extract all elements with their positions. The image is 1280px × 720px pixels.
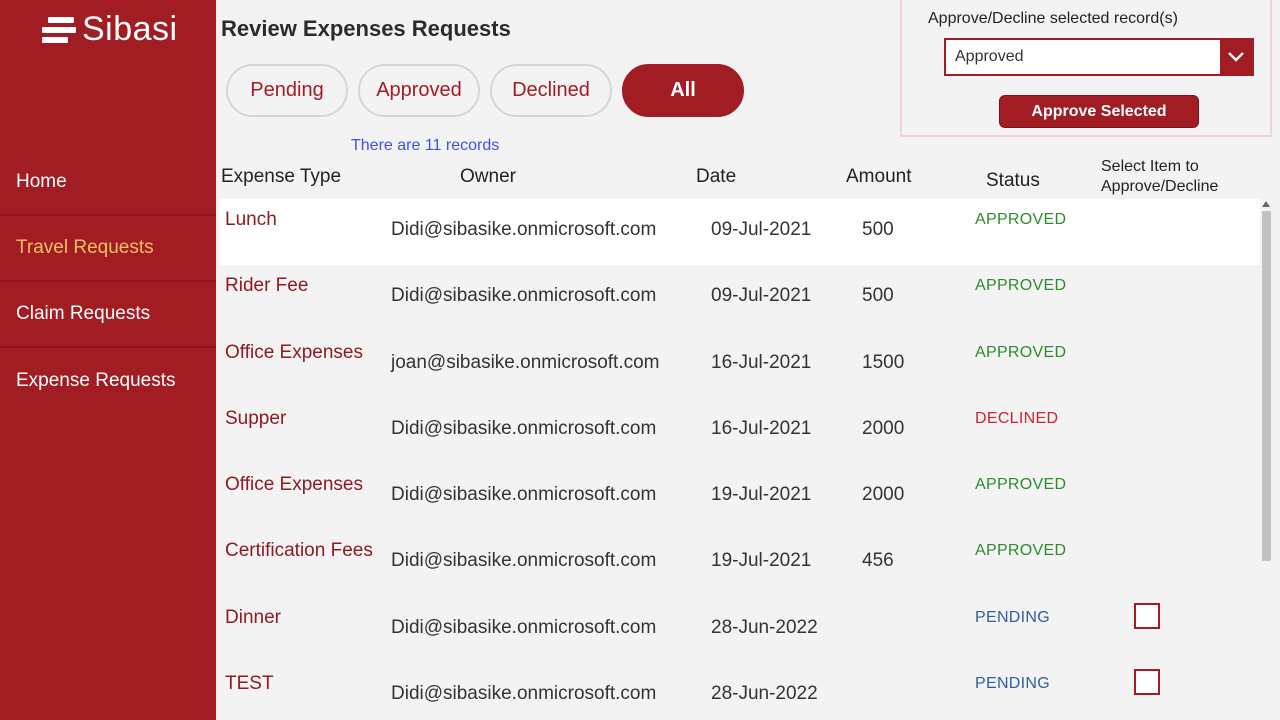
table-row[interactable]: Dinner Didi@sibasike.onmicrosoft.com 28-… (219, 597, 1260, 663)
status-cell: APPROVED (975, 211, 1067, 228)
owner-cell: Didi@sibasike.onmicrosoft.com (391, 484, 657, 506)
column-header-owner: Owner (460, 166, 516, 187)
tab-all[interactable]: All (622, 64, 744, 117)
brand-logo: Sibasi (42, 10, 178, 49)
status-cell: PENDING (975, 608, 1050, 626)
sibasi-logo-icon (42, 13, 78, 47)
date-cell: 09-Jul-2021 (711, 285, 812, 307)
table-row[interactable]: Supper Didi@sibasike.onmicrosoft.com 16-… (219, 398, 1260, 464)
status-cell: APPROVED (975, 277, 1067, 295)
amount-cell: 2000 (862, 417, 905, 439)
status-cell: PENDING (975, 675, 1050, 693)
table-row[interactable]: Office Expenses Didi@sibasike.onmicrosof… (219, 464, 1260, 530)
table-row[interactable]: Lunch Didi@sibasike.onmicrosoft.com 09-J… (219, 199, 1260, 266)
column-header-select-line1: Select Item to (1101, 158, 1199, 175)
column-header-select-line2: Approve/Decline (1101, 178, 1219, 195)
column-header-select: Select Item to Approve/Decline (1101, 157, 1218, 197)
status-dropdown[interactable]: Approved (944, 38, 1254, 76)
app-window: Sibasi Home Travel Requests Claim Reques… (0, 0, 1280, 720)
chevron-down-icon[interactable] (1220, 40, 1252, 74)
sidebar-item-claim-requests[interactable]: Claim Requests (0, 282, 216, 348)
owner-cell: Didi@sibasike.onmicrosoft.com (391, 616, 657, 638)
amount-cell: 456 (862, 550, 894, 572)
owner-cell: joan@sibasike.onmicrosoft.com (391, 351, 660, 373)
page-title: Review Expenses Requests (221, 16, 511, 41)
expense-type-cell[interactable]: Lunch (225, 209, 277, 231)
approve-selected-button[interactable]: Approve Selected (999, 95, 1199, 128)
owner-cell: Didi@sibasike.onmicrosoft.com (391, 219, 657, 240)
status-cell: APPROVED (975, 343, 1067, 361)
scroll-up-arrow-icon[interactable] (1262, 201, 1270, 207)
scrollbar-thumb[interactable] (1262, 211, 1271, 561)
sidebar-item-home[interactable]: Home (0, 150, 216, 216)
approve-decline-panel: Approve/Decline selected record(s) Appro… (900, 0, 1272, 137)
status-cell: APPROVED (975, 476, 1067, 494)
expense-type-cell[interactable]: Dinner (225, 607, 281, 629)
status-cell: DECLINED (975, 409, 1059, 427)
sidebar-item-travel-requests[interactable]: Travel Requests (0, 216, 216, 282)
date-cell: 19-Jul-2021 (711, 484, 812, 506)
date-cell: 09-Jul-2021 (711, 219, 812, 240)
amount-cell: 1500 (862, 351, 905, 373)
table-row[interactable]: Certification Fees Didi@sibasike.onmicro… (219, 530, 1260, 596)
select-checkbox[interactable] (1134, 669, 1160, 696)
date-cell: 28-Jun-2022 (711, 616, 818, 638)
column-header-expense-type: Expense Type (221, 166, 342, 187)
expense-type-cell[interactable]: Rider Fee (225, 275, 308, 297)
amount-cell: 500 (862, 219, 894, 240)
owner-cell: Didi@sibasike.onmicrosoft.com (391, 683, 657, 705)
table-scrollbar[interactable] (1260, 199, 1272, 720)
column-header-status: Status (986, 170, 1040, 191)
date-cell: 19-Jul-2021 (711, 550, 812, 572)
owner-cell: Didi@sibasike.onmicrosoft.com (391, 285, 657, 307)
expense-type-cell[interactable]: Supper (225, 408, 286, 430)
table-row[interactable]: TEST Didi@sibasike.onmicrosoft.com 28-Ju… (219, 663, 1260, 720)
amount-cell: 2000 (862, 484, 905, 506)
date-cell: 28-Jun-2022 (711, 683, 818, 705)
sidebar: Sibasi Home Travel Requests Claim Reques… (0, 0, 216, 720)
status-dropdown-value: Approved (955, 48, 1024, 65)
date-cell: 16-Jul-2021 (711, 351, 812, 373)
table-row[interactable]: Rider Fee Didi@sibasike.onmicrosoft.com … (219, 265, 1260, 331)
status-filter-tabs: Pending Approved Declined All (226, 64, 744, 117)
expense-type-cell[interactable]: Certification Fees (225, 540, 373, 562)
column-header-amount: Amount (846, 166, 912, 187)
column-header-date: Date (696, 166, 737, 187)
expense-table: Lunch Didi@sibasike.onmicrosoft.com 09-J… (219, 199, 1260, 720)
approve-decline-label: Approve/Decline selected record(s) (928, 10, 1178, 27)
tab-pending[interactable]: Pending (226, 64, 348, 117)
owner-cell: Didi@sibasike.onmicrosoft.com (391, 417, 657, 439)
expense-type-cell[interactable]: TEST (225, 673, 274, 695)
brand-name: Sibasi (82, 10, 178, 48)
expense-type-cell[interactable]: Office Expenses (225, 342, 363, 364)
tab-declined[interactable]: Declined (490, 64, 612, 117)
expense-type-cell[interactable]: Office Expenses (225, 474, 363, 496)
owner-cell: Didi@sibasike.onmicrosoft.com (391, 550, 657, 572)
sidebar-nav: Home Travel Requests Claim Requests Expe… (0, 150, 216, 414)
select-checkbox[interactable] (1134, 602, 1160, 629)
date-cell: 16-Jul-2021 (711, 417, 812, 439)
status-cell: APPROVED (975, 542, 1067, 560)
table-row[interactable]: Office Expenses joan@sibasike.onmicrosof… (219, 332, 1260, 398)
record-count: There are 11 records (351, 137, 500, 154)
tab-approved[interactable]: Approved (358, 64, 480, 117)
amount-cell: 500 (862, 285, 894, 307)
sidebar-item-expense-requests[interactable]: Expense Requests (0, 348, 216, 414)
